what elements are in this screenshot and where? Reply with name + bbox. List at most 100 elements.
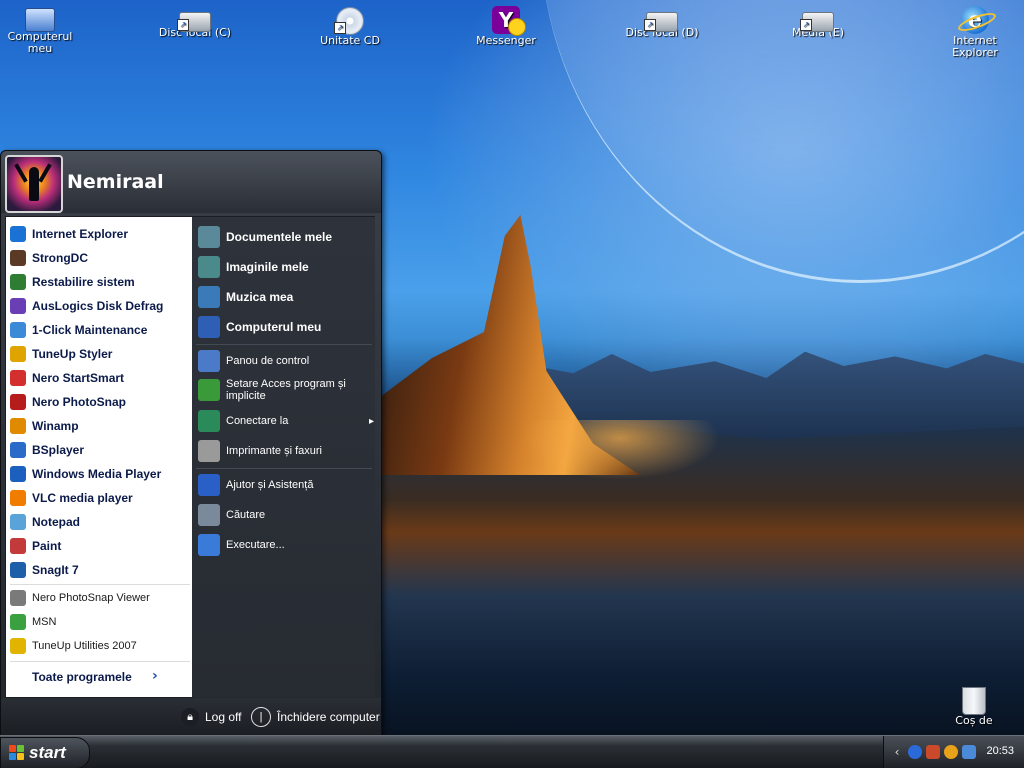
place-setare-acces-program-si-implicite[interactable]: Setare Acces program și implicite — [198, 378, 374, 402]
place-cautare[interactable]: Căutare — [198, 504, 374, 526]
place-label: Executare... — [226, 539, 285, 551]
log-off-label: Log off — [205, 710, 242, 724]
program-windows-media-player[interactable]: Windows Media Player — [10, 463, 188, 485]
recycle-bin-icon — [962, 687, 986, 715]
program-label: Windows Media Player — [32, 467, 162, 481]
desktop-icon-disc-local-c[interactable]: ↗ Disc local (C) — [155, 4, 235, 39]
all-programs-button[interactable]: Toate programele — [32, 670, 132, 684]
show-hidden-icon[interactable]: ‹ — [890, 745, 904, 759]
desktop-icon-label: Computerul meu — [7, 30, 73, 55]
clock[interactable]: 20:53 — [986, 745, 1014, 757]
program-label: AusLogics Disk Defrag — [32, 299, 164, 313]
place-ajutor-si-asistenta[interactable]: Ajutor și Asistență — [198, 474, 374, 496]
program-nero-startsmart[interactable]: Nero StartSmart — [10, 367, 188, 389]
program-bsplayer[interactable]: BSplayer — [10, 439, 188, 461]
recent-program-msn[interactable]: MSN — [10, 611, 188, 633]
help-icon — [198, 474, 220, 496]
program-label: Nero StartSmart — [32, 371, 125, 385]
program-winamp[interactable]: Winamp — [10, 415, 188, 437]
run-icon — [198, 534, 220, 556]
vlc-icon — [10, 490, 26, 506]
desktop-icon-label: Coș de — [955, 714, 993, 727]
msn-icon — [10, 614, 26, 630]
shutdown-button[interactable]: | Închidere computer — [251, 706, 380, 728]
smiley-icon — [508, 18, 526, 36]
place-label: Căutare — [226, 509, 266, 521]
program-label: TuneUp Styler — [32, 347, 113, 361]
place-documentele-mele[interactable]: Documentele mele — [198, 226, 374, 248]
desktop-icon-computerul-meu[interactable]: Computerul meu — [0, 4, 80, 55]
desktop-icon-messenger[interactable]: Y Messenger — [466, 4, 546, 47]
notepad-icon — [10, 514, 26, 530]
program-tuneup-styler[interactable]: TuneUp Styler — [10, 343, 188, 365]
user-avatar[interactable] — [5, 155, 63, 213]
start-menu-places-pane: Documentele mele Imaginile mele Muzica mea… — [192, 216, 375, 697]
place-muzica-mea[interactable]: Muzica mea — [198, 286, 374, 308]
log-off-button[interactable]: 🔒︎ Log off — [181, 706, 241, 728]
place-imaginile-mele[interactable]: Imaginile mele — [198, 256, 374, 278]
start-button[interactable]: start — [0, 737, 90, 768]
tuneup-utilities-icon — [10, 638, 26, 654]
nero-photosnap-viewer-icon — [10, 590, 26, 606]
desktop-icon-disc-local-d[interactable]: ↗ Disc local (D) — [622, 4, 702, 39]
separator — [196, 468, 372, 469]
shortcut-arrow-icon: ↗ — [334, 22, 346, 34]
desktop-icon-unitate-cd[interactable]: ↗ Unitate CD — [310, 4, 390, 47]
place-imprimante-si-faxuri[interactable]: Imprimante și faxuri — [198, 440, 374, 462]
windows-media-player-icon — [10, 466, 26, 482]
tray-app-icon[interactable] — [926, 745, 940, 759]
program-label: Winamp — [32, 419, 79, 433]
desktop-icon-recycle-bin[interactable]: Coș de — [934, 684, 1014, 727]
recent-program-tuneup-utilities-2007[interactable]: TuneUp Utilities 2007 — [10, 635, 188, 657]
place-conectare-la[interactable]: Conectare la ▸ — [198, 410, 374, 432]
snagit-icon — [10, 562, 26, 578]
program-snagit-7[interactable]: SnagIt 7 — [10, 559, 188, 581]
tray-app-icon-2[interactable] — [944, 745, 958, 759]
desktop-icon-internet-explorer[interactable]: e Internet Explorer — [934, 4, 1016, 59]
nero-startsmart-icon — [10, 370, 26, 386]
place-label: Panou de control — [226, 355, 310, 367]
start-label: start — [29, 743, 66, 762]
shortcut-arrow-icon: ↗ — [177, 19, 189, 31]
chevron-right-icon: › — [152, 668, 158, 684]
program-nero-photosnap[interactable]: Nero PhotoSnap — [10, 391, 188, 413]
desktop-icon-media-e[interactable]: ↗ Media (E) — [778, 4, 858, 39]
local-disk-icon: ↗ — [177, 12, 211, 32]
program-label: BSplayer — [32, 443, 85, 457]
avatar-figure — [29, 167, 39, 201]
lock-icon: 🔒︎ — [181, 708, 199, 726]
nero-photosnap-icon — [10, 394, 26, 410]
place-computerul-meu[interactable]: Computerul meu — [198, 316, 374, 338]
network-globe-icon[interactable] — [908, 745, 922, 759]
program-label: StrongDC — [32, 251, 88, 265]
program-restabilire-sistem[interactable]: Restabilire sistem — [10, 271, 188, 293]
start-menu-programs-pane: Internet Explorer StrongDC Restabilire sis… — [5, 216, 193, 698]
program-strongdc[interactable]: StrongDC — [10, 247, 188, 269]
program-internet-explorer[interactable]: Internet Explorer — [10, 223, 188, 245]
shortcut-arrow-icon: ↗ — [644, 19, 656, 31]
system-tray: ‹ 20:53 — [883, 736, 1024, 768]
program-vlc-media-player[interactable]: VLC media player — [10, 487, 188, 509]
paint-icon — [10, 538, 26, 554]
place-label: Imaginile mele — [226, 260, 309, 274]
computer-icon — [25, 8, 55, 32]
bsplayer-icon — [10, 442, 26, 458]
program-label: Notepad — [32, 515, 80, 529]
program-label: SnagIt 7 — [32, 563, 79, 577]
place-label: Conectare la — [226, 415, 289, 427]
my-pictures-icon — [198, 256, 220, 278]
program-1-click-maintenance[interactable]: 1-Click Maintenance — [10, 319, 188, 341]
network-connection-icon[interactable] — [962, 745, 976, 759]
program-paint[interactable]: Paint — [10, 535, 188, 557]
place-panou-de-control[interactable]: Panou de control — [198, 350, 374, 372]
shutdown-label: Închidere computer — [277, 710, 380, 724]
program-notepad[interactable]: Notepad — [10, 511, 188, 533]
recent-program-nero-photosnap-viewer[interactable]: Nero PhotoSnap Viewer — [10, 587, 188, 609]
program-label: Nero PhotoSnap Viewer — [32, 592, 150, 604]
place-label: Muzica mea — [226, 290, 294, 304]
program-label: MSN — [32, 616, 57, 628]
separator — [10, 584, 190, 585]
logo-quad — [17, 745, 24, 752]
program-auslogics-disk-defrag[interactable]: AusLogics Disk Defrag — [10, 295, 188, 317]
place-executare[interactable]: Executare... — [198, 534, 374, 556]
